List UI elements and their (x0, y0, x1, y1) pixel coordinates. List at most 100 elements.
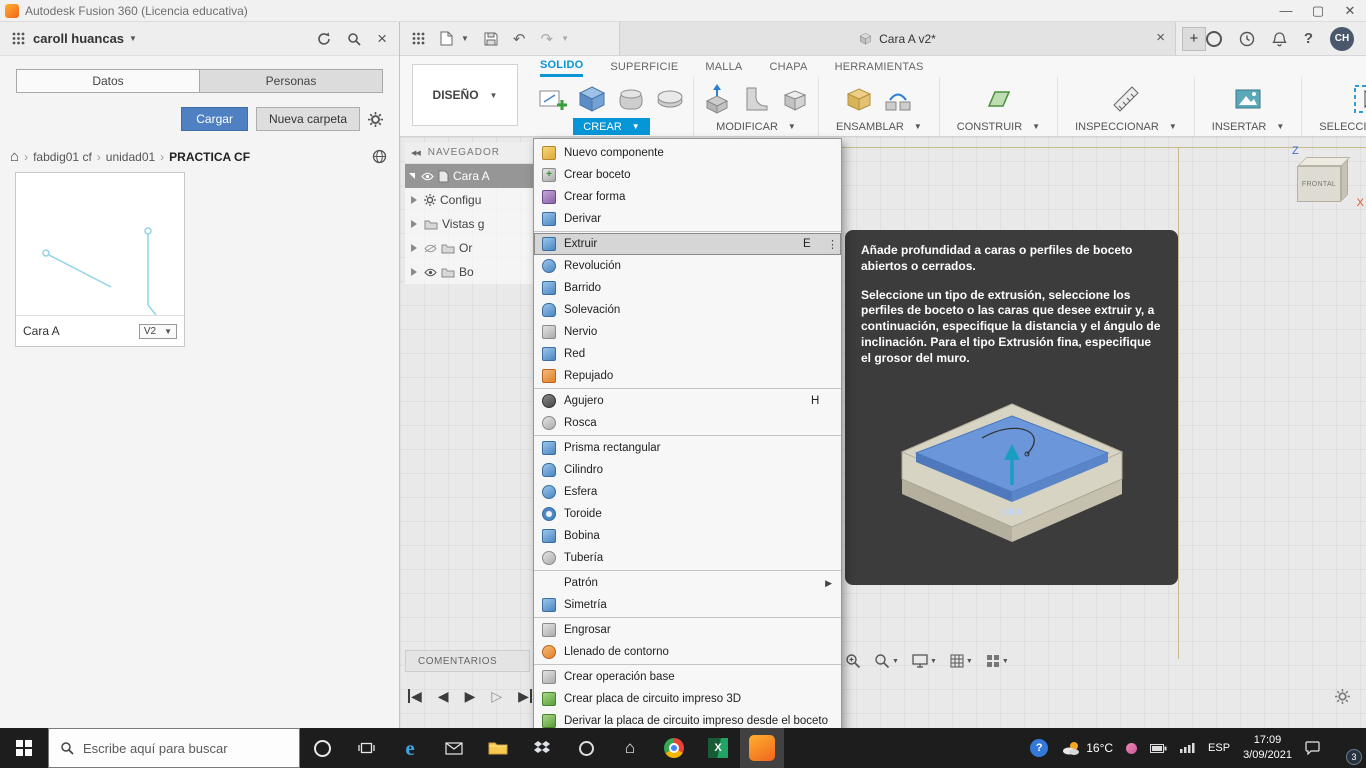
menu-item-esfera[interactable]: Esfera (534, 481, 841, 503)
shell-icon[interactable] (779, 83, 811, 115)
ensamblar-dropdown[interactable]: ENSAMBLAR ▼ (826, 118, 932, 135)
menu-item-repujado[interactable]: Repujado (534, 365, 841, 387)
menu-item-revolucion[interactable]: Revolución (534, 255, 841, 277)
minimize-icon[interactable]: — (1270, 0, 1302, 21)
expand-closed-icon[interactable] (411, 220, 417, 228)
document-card[interactable]: Cara A V2 ▼ (15, 172, 185, 347)
inspeccionar-dropdown[interactable]: INSPECCIONAR ▼ (1065, 118, 1187, 135)
solid-box-icon[interactable] (576, 83, 608, 115)
menu-item-nervio[interactable]: Nervio (534, 321, 841, 343)
breadcrumb-folder2[interactable]: unidad01 (106, 150, 155, 164)
select-cursor-icon[interactable] (1352, 83, 1366, 115)
clock-widget[interactable]: 17:09 3/09/2021 (1243, 733, 1292, 763)
menu-item-tuberia[interactable]: Tubería (534, 547, 841, 569)
close-panel-icon[interactable]: × (377, 30, 387, 47)
menu-item-cilindro[interactable]: Cilindro (534, 459, 841, 481)
extensions-icon[interactable] (1205, 30, 1222, 47)
menu-item-prisma-rectangular[interactable]: Prisma rectangular (534, 437, 841, 459)
display-mode-dropdown[interactable]: ▼ (912, 654, 937, 668)
step-forward-icon[interactable]: ▷ (491, 689, 502, 703)
construct-plane-icon[interactable] (982, 83, 1014, 115)
notifications-bell-icon[interactable] (1272, 31, 1287, 47)
tab-datos[interactable]: Datos (17, 70, 199, 92)
create-sketch-icon[interactable] (537, 83, 569, 115)
tab-superficie[interactable]: SUPERFICIE (610, 56, 678, 77)
get-help-icon[interactable]: ? (1030, 739, 1049, 757)
expand-closed-icon[interactable] (411, 196, 417, 204)
tab-chapa[interactable]: CHAPA (769, 56, 807, 77)
search-icon[interactable] (347, 32, 361, 46)
tree-root-item[interactable]: Cara A (405, 164, 533, 188)
tree-item-named-views[interactable]: Vistas g (405, 212, 533, 236)
tree-item-sketches[interactable]: Bo (405, 260, 533, 284)
visibility-off-eye-icon[interactable] (424, 244, 437, 253)
seleccionar-dropdown[interactable]: SELECCIONAR ▼ (1309, 118, 1366, 135)
overflow-menu-icon[interactable]: ⋮ (827, 238, 838, 251)
app-grid-icon[interactable] (412, 32, 425, 45)
visibility-eye-icon[interactable] (424, 268, 437, 277)
undo-icon[interactable]: ↶ (513, 30, 526, 48)
search-input[interactable] (83, 740, 273, 756)
viewcube-front-face[interactable]: FRONTAL (1297, 166, 1341, 202)
refresh-icon[interactable] (317, 31, 331, 46)
save-icon[interactable] (484, 32, 498, 46)
menu-item-patron[interactable]: Patrón ▶ (534, 572, 841, 594)
spreadsheet-taskbar-button[interactable]: X (696, 728, 740, 768)
edge-taskbar-button[interactable]: e (388, 728, 432, 768)
construir-dropdown[interactable]: CONSTRUIR ▼ (947, 118, 1050, 135)
modificar-dropdown[interactable]: MODIFICAR ▼ (706, 118, 806, 135)
zoom-tools-dropdown[interactable]: ▼ (874, 653, 899, 669)
tab-solido[interactable]: SOLIDO (540, 56, 584, 77)
create-form-icon[interactable] (615, 83, 647, 115)
step-back-icon[interactable]: ◀ (438, 689, 449, 703)
language-indicator[interactable]: ESP (1208, 742, 1230, 754)
menu-item-simetria[interactable]: Simetría (534, 594, 841, 616)
breadcrumb-folder1[interactable]: fabdig01 cf (33, 150, 92, 164)
menu-item-solevacion[interactable]: Solevación (534, 299, 841, 321)
upload-button[interactable]: Cargar (181, 107, 248, 131)
menu-item-crear-boceto[interactable]: + Crear boceto (534, 164, 841, 186)
avatar[interactable]: CH (1330, 26, 1354, 51)
new-tab-button[interactable]: + (1181, 26, 1206, 51)
tab-herramientas[interactable]: HERRAMIENTAS (835, 56, 924, 77)
menu-item-llenado-de-contorno[interactable]: Llenado de contorno (534, 641, 841, 663)
menu-item-barrido[interactable]: Barrido (534, 277, 841, 299)
home-app-taskbar-button[interactable]: ⌂ (608, 728, 652, 768)
fusion-taskbar-button[interactable] (740, 728, 784, 768)
task-view-button[interactable] (344, 728, 388, 768)
tree-item-origin[interactable]: Or (405, 236, 533, 260)
settings-gear-icon[interactable] (368, 111, 383, 127)
viewcube[interactable]: Z X FRONTAL (1280, 145, 1364, 217)
visibility-eye-icon[interactable] (421, 172, 434, 181)
taskbar-search[interactable] (48, 728, 300, 768)
close-icon[interactable]: ✕ (1334, 0, 1366, 21)
action-center-icon[interactable] (1305, 741, 1320, 755)
viewport-canvas[interactable]: Z X FRONTAL ◀◀ NAVEGADOR Cara A Configu … (400, 137, 1366, 736)
menu-item-engrosar[interactable]: Engrosar (534, 619, 841, 641)
dropbox-taskbar-button[interactable] (520, 728, 564, 768)
play-icon[interactable]: ▶ (465, 689, 476, 703)
menu-item-extruir[interactable]: Extruir E ⋮ (534, 233, 841, 255)
timeline-settings-gear-icon[interactable] (1335, 689, 1350, 704)
joint-icon[interactable] (882, 83, 914, 115)
workspace-selector[interactable]: DISEÑO ▼ (412, 64, 518, 126)
crear-dropdown[interactable]: CREAR ▼ (573, 118, 650, 135)
battery-icon[interactable] (1150, 743, 1167, 753)
menu-item-crear-operacion-base[interactable]: Crear operación base (534, 666, 841, 688)
maximize-icon[interactable]: ▢ (1302, 0, 1334, 21)
tab-personas[interactable]: Personas (199, 70, 382, 92)
network-signal-icon[interactable] (1180, 743, 1195, 753)
file-explorer-taskbar-button[interactable] (476, 728, 520, 768)
fit-view-icon[interactable] (845, 653, 861, 669)
notification-count-badge[interactable]: 3 (1346, 749, 1362, 765)
app-grid-icon[interactable] (12, 32, 25, 45)
expand-open-icon[interactable] (409, 173, 415, 179)
go-to-end-icon[interactable]: ▶ (518, 689, 532, 703)
measure-icon[interactable] (1110, 83, 1142, 115)
fillet-icon[interactable] (740, 83, 772, 115)
version-selector[interactable]: V2 ▼ (138, 323, 177, 339)
help-icon[interactable]: ? (1304, 30, 1313, 47)
tab-malla[interactable]: MALLA (705, 56, 742, 77)
share-globe-icon[interactable] (372, 149, 387, 164)
press-pull-icon[interactable] (701, 83, 733, 115)
